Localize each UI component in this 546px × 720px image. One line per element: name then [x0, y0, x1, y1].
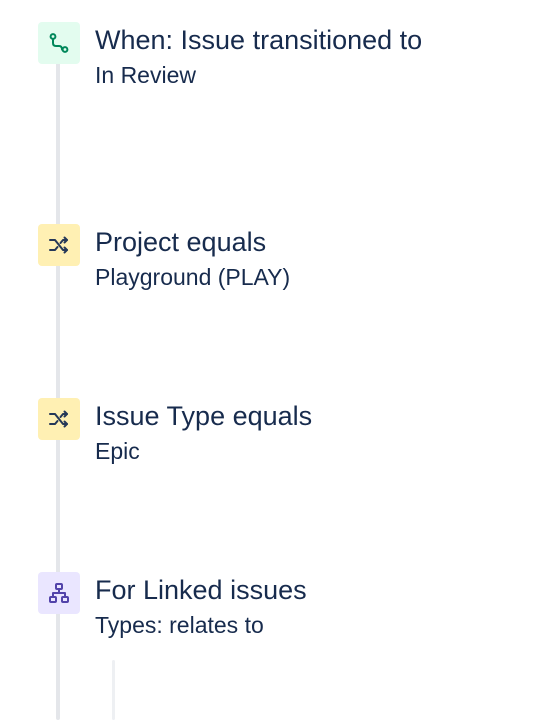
step-detail: In Review [95, 62, 196, 88]
step-title: When: Issue transitioned to [95, 25, 423, 55]
branch-connector [112, 660, 115, 720]
step-title: Project equals [95, 227, 267, 257]
step-detail: Playground (PLAY) [95, 264, 291, 290]
hierarchy-icon [38, 572, 80, 614]
step-title: For Linked issues [95, 575, 307, 605]
shuffle-icon [38, 398, 80, 440]
step-detail: Types: relates to [95, 612, 264, 638]
trigger-path-icon [38, 22, 80, 64]
step-title: Issue Type equals [95, 401, 313, 431]
rule-flow-connector [56, 40, 60, 720]
step-detail: Epic [95, 438, 140, 464]
shuffle-icon [38, 224, 80, 266]
